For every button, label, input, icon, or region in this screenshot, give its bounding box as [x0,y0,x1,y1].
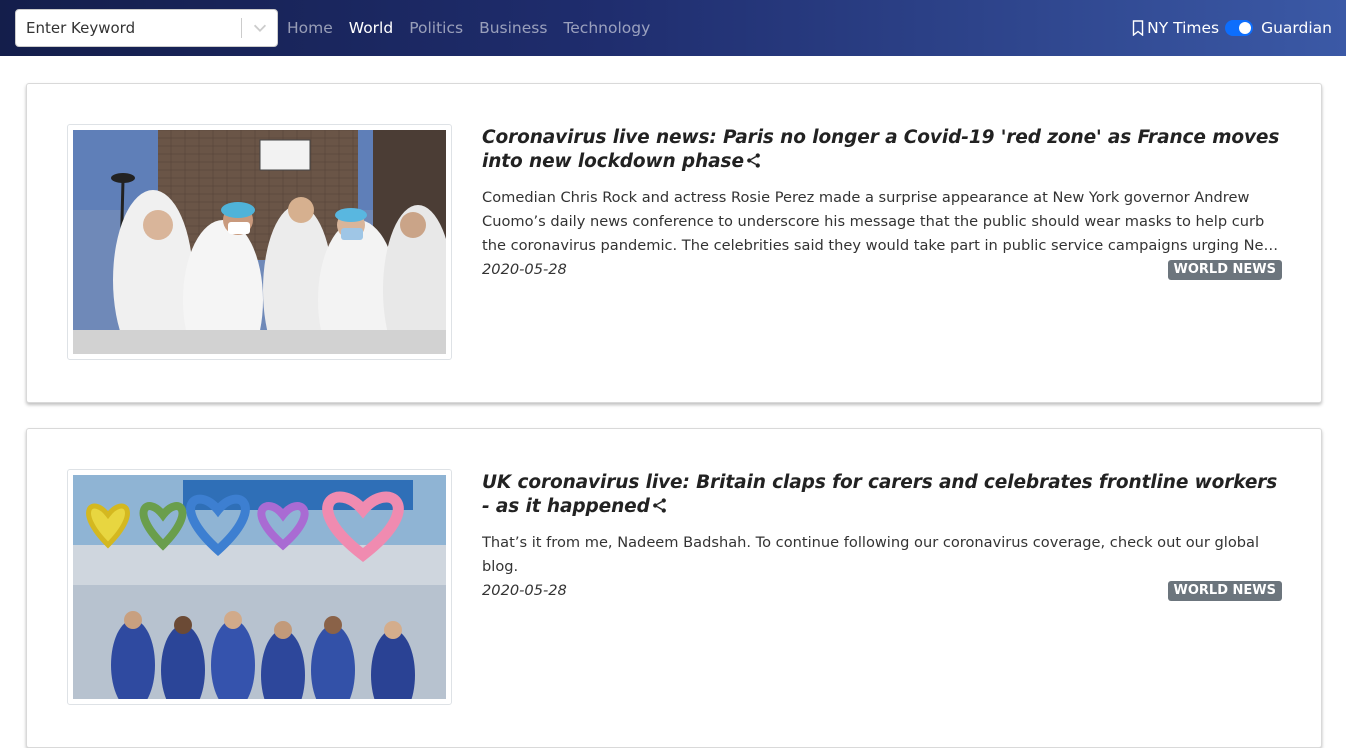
article-description: Comedian Chris Rock and actress Rosie Pe… [482,189,1276,254]
article-title-text[interactable]: Coronavirus live news: Paris no longer a… [482,127,1279,172]
article-content: Coronavirus live news: Paris no longer a… [482,124,1282,282]
source-toggle[interactable] [1225,20,1254,36]
section-badge: WORLD NEWS [1167,260,1282,280]
article-meta: 2020-05-28 WORLD NEWS [482,258,1282,282]
nav-link-business[interactable]: Business [479,19,547,37]
article-description: That’s it from me, Nadeem Badshah. To co… [482,534,1260,575]
article-image[interactable] [67,124,452,360]
article-title[interactable]: Coronavirus live news: Paris no longer a… [482,124,1282,174]
bookmark-icon[interactable] [1132,20,1144,36]
article-date: 2020-05-28 [482,582,567,599]
article-image[interactable] [67,469,452,705]
share-icon[interactable] [745,152,762,169]
share-icon[interactable] [651,497,668,514]
nav-link-technology[interactable]: Technology [563,19,650,37]
top-navbar: Home World Politics Business Technology … [0,0,1346,56]
toggle-knob [1239,22,1252,34]
article-photo [73,130,446,354]
search-separator [241,18,242,38]
section-badge: WORLD NEWS [1167,581,1282,601]
nav-links: Home World Politics Business Technology [287,0,666,56]
article-card[interactable]: Coronavirus live news: Paris no longer a… [26,83,1322,403]
article-photo [73,475,446,699]
source-switcher: NY Times Guardian [1132,0,1332,56]
nav-link-world[interactable]: World [349,19,393,37]
article-date: 2020-05-28 [482,261,567,278]
article-title-text[interactable]: UK coronavirus live: Britain claps for c… [482,472,1277,517]
nav-link-politics[interactable]: Politics [409,19,463,37]
nav-link-home[interactable]: Home [287,19,333,37]
article-title[interactable]: UK coronavirus live: Britain claps for c… [482,469,1282,519]
source-label-guardian: Guardian [1261,19,1332,37]
chevron-down-icon[interactable] [251,19,269,37]
article-meta: 2020-05-28 WORLD NEWS [482,579,1282,603]
search-select[interactable] [15,9,278,47]
search-input[interactable] [16,10,240,46]
source-label-nytimes: NY Times [1147,19,1220,37]
article-content: UK coronavirus live: Britain claps for c… [482,469,1282,603]
article-card[interactable]: UK coronavirus live: Britain claps for c… [26,428,1322,748]
